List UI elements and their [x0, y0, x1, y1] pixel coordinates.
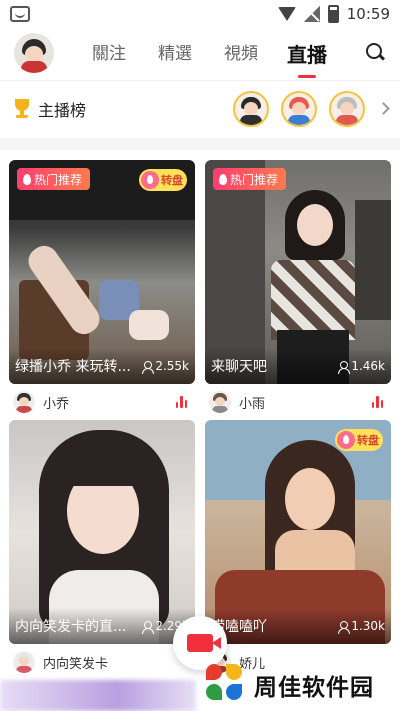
viewer-icon	[142, 620, 155, 634]
viewer-count: 2.55k	[142, 359, 189, 374]
turntable-badge: 转盘	[139, 169, 187, 191]
live-card[interactable]: 热门推荐 来聊天吧 1.46k 小雨	[205, 160, 391, 420]
hot-recommend-tag: 热门推荐	[213, 168, 287, 190]
ranking-avatar-3[interactable]	[329, 90, 365, 127]
viewer-icon	[142, 360, 155, 374]
hot-tag-label: 热门推荐	[230, 172, 279, 187]
tab-videos[interactable]: 視頻	[208, 39, 274, 68]
viewer-count: 1.46k	[338, 359, 385, 374]
live-card[interactable]: 热门推荐 转盘 绿播小乔 来玩转... 2.55k 小乔	[9, 160, 195, 420]
app-notification-icon	[10, 6, 30, 22]
tab-featured[interactable]: 精選	[142, 39, 208, 68]
battery-icon	[327, 5, 339, 23]
wifi-icon	[277, 7, 296, 21]
viewer-count: 1.30k	[338, 619, 385, 634]
go-live-button[interactable]	[173, 616, 227, 670]
watermark: 周佳软件园	[206, 664, 374, 706]
streamer-name[interactable]: 内向笑发卡	[43, 653, 108, 672]
stream-title: 内向笑发卡的直...	[15, 619, 127, 635]
hot-recommend-tag: 热门推荐	[17, 168, 91, 190]
ranking-avatar-1[interactable]	[233, 90, 269, 127]
status-time: 10:59	[346, 5, 390, 23]
live-card[interactable]: 内向笑发卡的直... 2.29k 内向笑发卡	[9, 420, 195, 680]
next-card-preview	[0, 680, 196, 711]
streamer-avatar[interactable]	[13, 651, 35, 673]
stream-thumbnail[interactable]: 内向笑发卡的直... 2.29k	[9, 420, 195, 644]
flame-icon	[219, 173, 227, 185]
section-divider	[0, 138, 400, 150]
turntable-label: 转盘	[357, 434, 379, 447]
viewer-count-value: 1.30k	[351, 619, 385, 633]
status-bar: 10:59	[0, 0, 400, 28]
chevron-right-icon[interactable]	[377, 102, 390, 115]
turntable-badge: 转盘	[335, 429, 383, 451]
stream-title: 绿播小乔 来玩转...	[15, 359, 131, 375]
watermark-logo-icon	[206, 664, 248, 706]
profile-avatar[interactable]	[14, 33, 54, 73]
stream-thumbnail[interactable]: 热门推荐 来聊天吧 1.46k	[205, 160, 391, 384]
ranking-avatar-2[interactable]	[281, 90, 317, 127]
stream-thumbnail[interactable]: 转盘 唠嗑嗑吖 1.30k	[205, 420, 391, 644]
live-indicator-icon	[175, 396, 187, 408]
streamer-name[interactable]: 小乔	[43, 393, 69, 412]
stream-thumbnail[interactable]: 热门推荐 转盘 绿播小乔 来玩转... 2.55k	[9, 160, 195, 384]
ranking-title: 主播榜	[38, 100, 87, 120]
tab-bar: 關注 精選 視頻 直播	[76, 39, 340, 78]
hot-tag-label: 热门推荐	[34, 172, 83, 187]
viewer-count-value: 1.46k	[351, 359, 385, 373]
streamer-avatar[interactable]	[209, 391, 231, 413]
search-icon[interactable]	[366, 43, 386, 63]
live-indicator-icon	[371, 396, 383, 408]
flame-icon	[23, 173, 31, 185]
streamer-ranking-row[interactable]: 主播榜	[0, 80, 400, 136]
streamer-avatar[interactable]	[13, 391, 35, 413]
tab-live[interactable]: 直播	[274, 39, 340, 78]
turntable-label: 转盘	[161, 174, 183, 187]
turntable-icon	[141, 171, 159, 189]
top-nav: 關注 精選 視頻 直播	[0, 28, 400, 78]
tab-following[interactable]: 關注	[76, 39, 142, 68]
live-card[interactable]: 转盘 唠嗑嗑吖 1.30k 娇儿	[205, 420, 391, 680]
turntable-icon	[337, 431, 355, 449]
viewer-count-value: 2.55k	[155, 359, 189, 373]
camera-icon	[187, 634, 221, 652]
trophy-icon	[12, 98, 32, 119]
viewer-icon	[338, 360, 351, 374]
streamer-name[interactable]: 小雨	[239, 393, 265, 412]
stream-title: 来聊天吧	[211, 359, 267, 375]
no-signal-icon	[303, 6, 320, 22]
watermark-text: 周佳软件园	[254, 675, 374, 701]
viewer-icon	[338, 620, 351, 634]
